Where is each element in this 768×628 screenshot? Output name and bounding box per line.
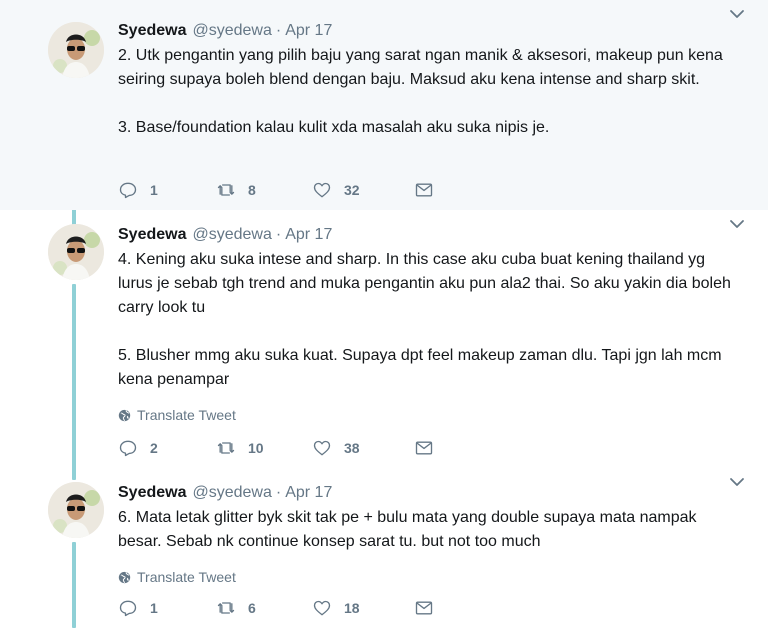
author-name[interactable]: Syedewa bbox=[118, 224, 186, 246]
separator: · bbox=[275, 22, 282, 39]
chevron-down-icon[interactable] bbox=[728, 8, 746, 20]
retweet-count: 6 bbox=[248, 600, 256, 616]
direct-message-button[interactable] bbox=[414, 438, 434, 458]
avatar[interactable] bbox=[48, 482, 104, 538]
message-icon bbox=[415, 441, 433, 455]
reply-icon bbox=[119, 182, 137, 199]
translate-tweet-link[interactable]: Translate Tweet bbox=[118, 406, 740, 424]
like-icon bbox=[313, 600, 331, 616]
tweet-date[interactable]: Apr 17 bbox=[285, 20, 332, 42]
reply-button[interactable]: 2 bbox=[118, 438, 216, 458]
tweet[interactable]: Syedewa @syedewa · Apr 17 4. Kening aku … bbox=[0, 210, 768, 468]
direct-message-button[interactable] bbox=[414, 180, 434, 200]
reply-count: 1 bbox=[150, 600, 158, 616]
author-name[interactable]: Syedewa bbox=[118, 20, 186, 42]
like-count: 38 bbox=[344, 440, 360, 456]
tweet[interactable]: Syedewa @syedewa · Apr 17 2. Utk pengant… bbox=[0, 0, 768, 210]
retweet-icon bbox=[217, 602, 235, 614]
retweet-button[interactable]: 10 bbox=[216, 438, 312, 458]
avatar-image bbox=[48, 22, 104, 78]
separator: · bbox=[275, 484, 282, 501]
message-icon bbox=[415, 601, 433, 615]
tweet-actions: 1 6 18 bbox=[118, 596, 434, 620]
like-icon bbox=[313, 182, 331, 198]
avatar-image bbox=[48, 482, 104, 538]
retweet-button[interactable]: 6 bbox=[216, 598, 312, 618]
avatar[interactable] bbox=[48, 224, 104, 280]
tweet-text: 4. Kening aku suka intese and sharp. In … bbox=[118, 251, 731, 388]
like-button[interactable]: 32 bbox=[312, 180, 414, 200]
tweet-actions: 2 10 38 bbox=[118, 436, 434, 460]
like-count: 18 bbox=[344, 600, 360, 616]
like-icon bbox=[313, 440, 331, 456]
reply-button[interactable]: 1 bbox=[118, 180, 216, 200]
chevron-down-icon[interactable] bbox=[728, 218, 746, 230]
author-handle[interactable]: @syedewa bbox=[192, 482, 271, 504]
tweet-text: 6. Mata letak glitter byk skit tak pe + … bbox=[118, 509, 701, 550]
author-name[interactable]: Syedewa bbox=[118, 482, 186, 504]
retweet-button[interactable]: 8 bbox=[216, 180, 312, 200]
avatar-image bbox=[48, 224, 104, 280]
reply-icon bbox=[119, 440, 137, 457]
tweet[interactable]: Syedewa @syedewa · Apr 17 6. Mata letak … bbox=[0, 468, 768, 628]
like-button[interactable]: 38 bbox=[312, 438, 414, 458]
retweet-count: 10 bbox=[248, 440, 264, 456]
reply-icon bbox=[119, 600, 137, 617]
translate-label: Translate Tweet bbox=[137, 569, 236, 585]
retweet-icon bbox=[217, 184, 235, 196]
chevron-down-icon[interactable] bbox=[728, 476, 746, 488]
tweet-actions: 1 8 32 bbox=[118, 178, 434, 202]
retweet-icon bbox=[217, 442, 235, 454]
globe-icon bbox=[118, 409, 131, 421]
tweet-date[interactable]: Apr 17 bbox=[285, 224, 332, 246]
separator: · bbox=[275, 226, 282, 243]
reply-count: 2 bbox=[150, 440, 158, 456]
tweet-date[interactable]: Apr 17 bbox=[285, 482, 332, 504]
translate-label: Translate Tweet bbox=[137, 407, 236, 423]
like-button[interactable]: 18 bbox=[312, 598, 414, 618]
direct-message-button[interactable] bbox=[414, 598, 434, 618]
reply-button[interactable]: 1 bbox=[118, 598, 216, 618]
tweet-text: 2. Utk pengantin yang pilih baju yang sa… bbox=[118, 47, 723, 136]
like-count: 32 bbox=[344, 182, 360, 198]
translate-tweet-link[interactable]: Translate Tweet bbox=[118, 568, 740, 586]
globe-icon bbox=[118, 571, 131, 583]
message-icon bbox=[415, 183, 433, 197]
reply-count: 1 bbox=[150, 182, 158, 198]
author-handle[interactable]: @syedewa bbox=[192, 20, 271, 42]
retweet-count: 8 bbox=[248, 182, 256, 198]
author-handle[interactable]: @syedewa bbox=[192, 224, 271, 246]
avatar[interactable] bbox=[48, 22, 104, 78]
